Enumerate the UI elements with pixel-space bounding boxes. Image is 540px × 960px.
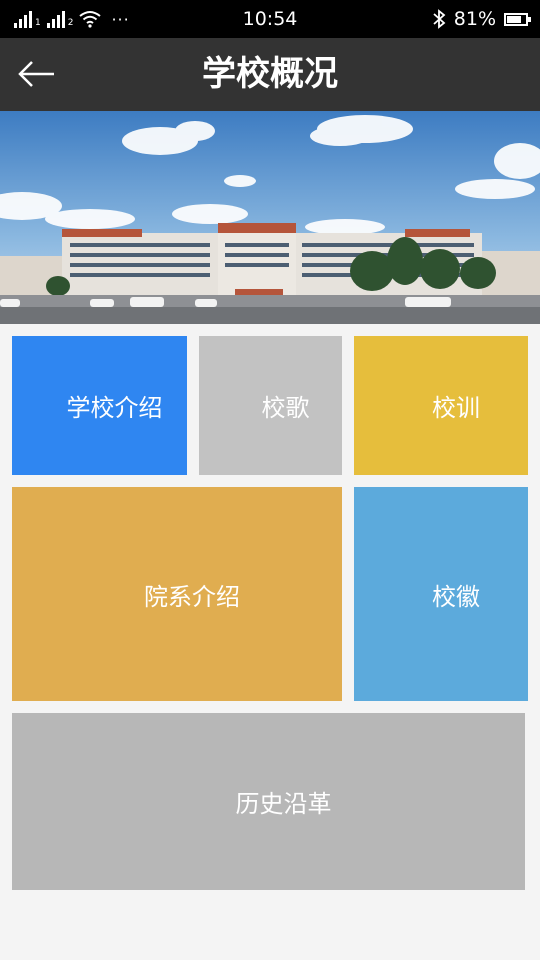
school-song-tile[interactable]: 校歌 [199,336,342,475]
history-label: 历史沿革 [235,790,332,818]
school-intro-label: 学校介绍 [66,394,163,422]
battery-icon [504,12,531,26]
history-tile[interactable]: 历史沿革 [12,713,525,890]
school-intro-tile[interactable]: 学校介绍 [12,336,187,475]
battery-percent: 81% [453,8,496,30]
bluetooth-icon [433,9,446,29]
departments-label: 院系介绍 [144,582,240,611]
campus-banner-image [0,111,540,324]
school-song-label: 校歌 [261,394,310,422]
battery-level-fill [507,15,522,23]
nav-bar: 学校概况 [0,38,540,111]
status-bar: 1 2 ··· 10:54 81% [0,0,540,38]
school-motto-label: 校训 [432,394,480,422]
school-badge-label: 校徽 [432,582,480,611]
status-right-group: 81% [432,0,531,38]
school-motto-tile[interactable]: 校训 [354,336,528,475]
school-badge-tile[interactable]: 校徽 [354,487,528,701]
page-title: 学校概况 [202,54,338,94]
departments-tile[interactable]: 院系介绍 [12,487,342,701]
